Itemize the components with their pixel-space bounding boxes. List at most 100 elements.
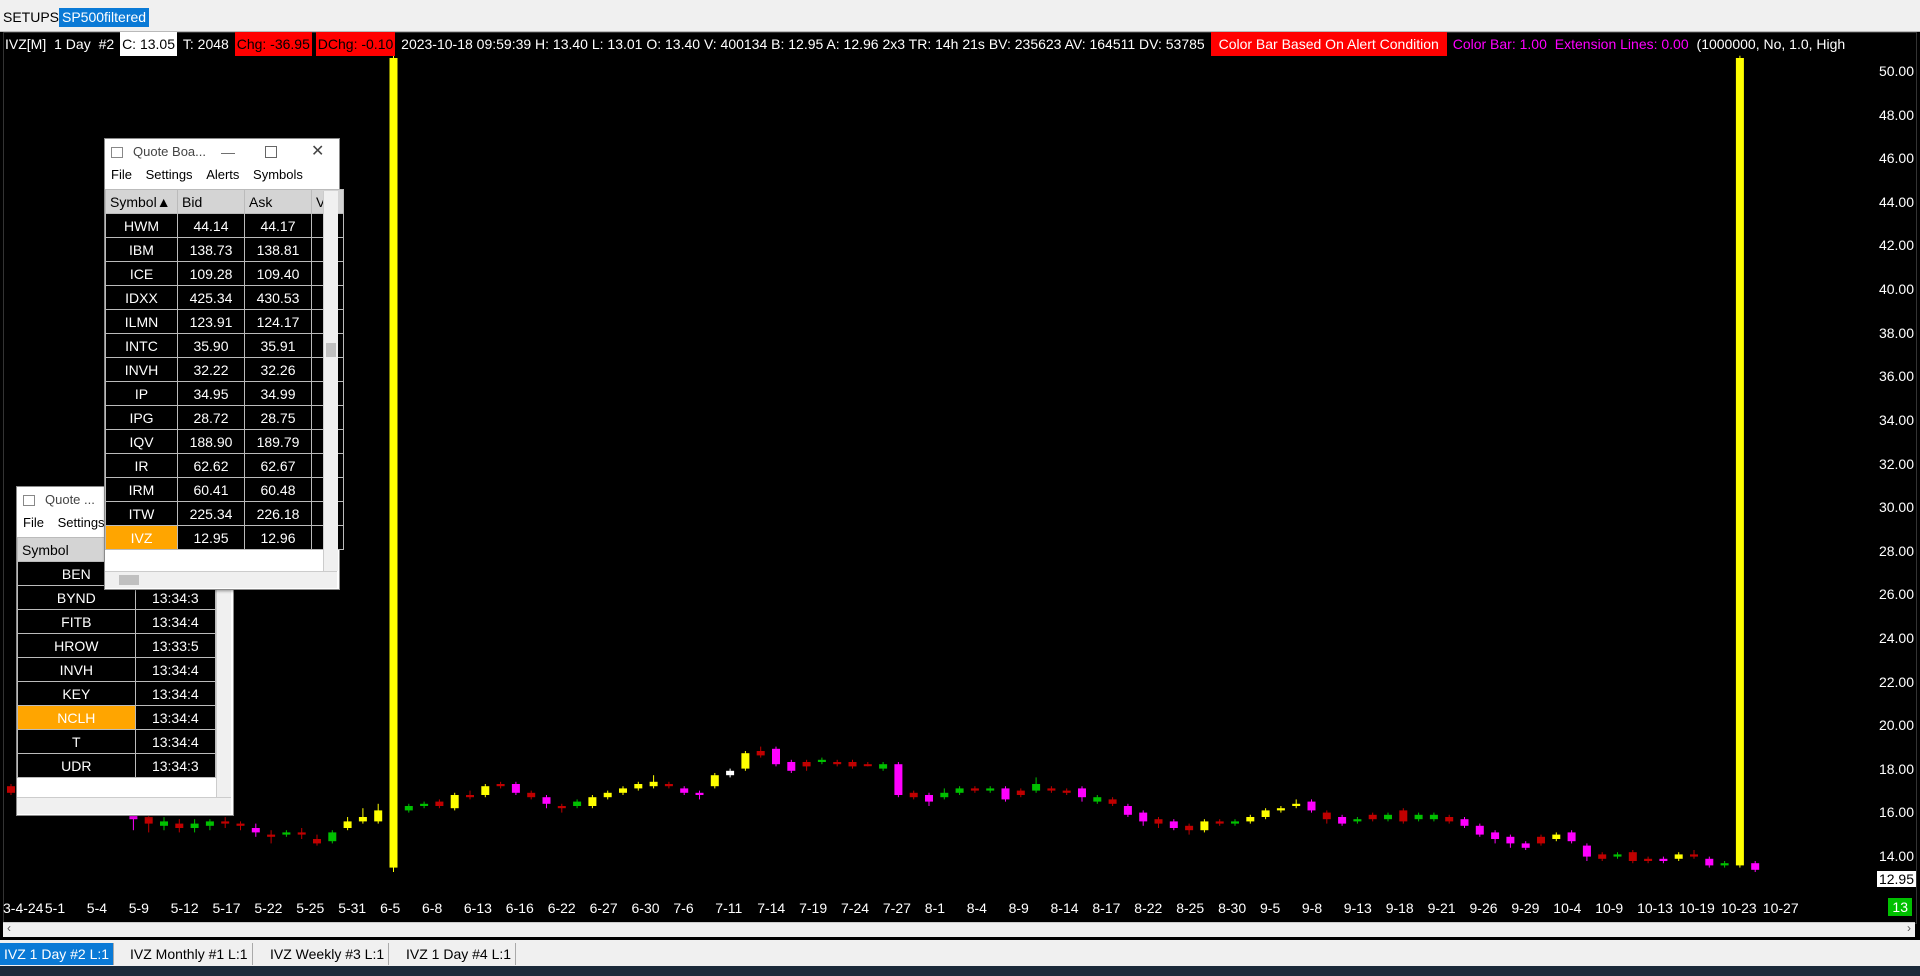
- date-tick-label: 9-21: [1427, 900, 1456, 916]
- column-header-symbol[interactable]: Symbol▲: [105, 189, 178, 214]
- candle-body: [1231, 821, 1239, 824]
- price-tick-label: 14.00: [1878, 848, 1914, 864]
- column-header-ask[interactable]: Ask: [244, 189, 312, 214]
- date-tick-label: 6-27: [589, 900, 618, 916]
- price-tick-label: 28.00: [1878, 542, 1914, 559]
- cell-symbol: ILMN: [105, 309, 178, 334]
- cell-bid: 62.62: [177, 453, 245, 478]
- candle-body: [542, 797, 551, 804]
- price-axis[interactable]: 50.00 48.00 46.00 44.00 42.00 40.00 38.00 36.00…: [1878, 32, 1920, 892]
- candle-body: [1338, 817, 1347, 824]
- candle-body: [1537, 836, 1545, 844]
- quote-board-vscroll-thumb[interactable]: [326, 343, 336, 357]
- candle-body: [1276, 808, 1285, 811]
- date-tick-label: 8-14: [1050, 900, 1079, 916]
- menu-symbols[interactable]: Symbols: [253, 167, 303, 182]
- candle: [695, 790, 704, 800]
- column-header-bid[interactable]: Bid: [177, 189, 245, 214]
- cell-symbol: IRM: [105, 477, 178, 502]
- cell-ask: 32.26: [244, 357, 312, 382]
- quote-board-hscroll[interactable]: [105, 571, 337, 588]
- chart-tab-3[interactable]: IVZ Weekly #3 L:1: [266, 943, 390, 965]
- table-row[interactable]: IP 34.95 34.99: [105, 381, 344, 406]
- quote-board-vscroll[interactable]: [323, 191, 338, 571]
- table-row[interactable]: NCLH 13:34:4: [17, 705, 217, 730]
- table-row[interactable]: ICE 109.28 109.40: [105, 261, 344, 286]
- table-row[interactable]: IQV 188.90 189.79: [105, 429, 344, 454]
- table-row[interactable]: IPG 28.72 28.75: [105, 405, 344, 430]
- date-tick-label: 3-4-24: [3, 900, 44, 916]
- scroll-left-icon[interactable]: ‹: [7, 921, 11, 935]
- candle: [710, 773, 719, 789]
- candle: [1399, 808, 1408, 824]
- candle-body: [404, 806, 413, 811]
- table-row[interactable]: INTC 35.90 35.91: [105, 333, 344, 358]
- maximize-icon[interactable]: [265, 146, 277, 158]
- chart-tab-1[interactable]: IVZ 1 Day #2 L:1: [0, 943, 115, 965]
- candle: [1368, 812, 1377, 822]
- candle: [1475, 823, 1484, 837]
- candle-body: [1169, 821, 1178, 828]
- candle-body: [374, 810, 383, 822]
- table-row[interactable]: ITW 225.34 226.18: [105, 501, 344, 526]
- candle-body: [986, 788, 995, 791]
- quote-board-hscroll-thumb[interactable]: [119, 575, 139, 585]
- date-tick-label: 6-22: [547, 900, 576, 916]
- table-row[interactable]: IRM 60.41 60.48: [105, 477, 344, 502]
- table-row[interactable]: INVH 13:34:4: [17, 657, 217, 682]
- candle-body: [175, 823, 184, 828]
- quote-board-menu: File Settings Alerts Symbols: [105, 165, 339, 185]
- menu-alerts[interactable]: Alerts: [206, 167, 239, 182]
- indicator-params-label: (1000000, No, 1.0, High: [1696, 36, 1846, 52]
- menu-file[interactable]: File: [23, 515, 44, 530]
- table-row[interactable]: ILMN 123.91 124.17: [105, 309, 344, 334]
- candle-body: [1582, 845, 1591, 857]
- cell-ask: 430.53: [244, 285, 312, 310]
- chart-tab-2[interactable]: IVZ Monthly #1 L:1: [126, 943, 253, 965]
- cell-time: 13:34:4: [134, 681, 217, 706]
- price-tick-label: 50.00: [1878, 63, 1914, 79]
- candle: [496, 781, 505, 789]
- candle-body: [1567, 832, 1576, 842]
- table-row[interactable]: IR 62.62 62.67: [105, 453, 344, 478]
- table-row[interactable]: HWM 44.14 44.17: [105, 213, 344, 238]
- candle: [297, 828, 306, 839]
- candle: [1384, 812, 1392, 822]
- quote-window-small-hscroll[interactable]: [17, 797, 231, 814]
- table-row[interactable]: IVZ 12.95 12.96: [105, 525, 344, 550]
- candle-body: [741, 753, 750, 769]
- chart-tab-4[interactable]: IVZ 1 Day #4 L:1: [402, 943, 517, 965]
- candle-body: [282, 832, 291, 835]
- table-row[interactable]: KEY 13:34:4: [17, 681, 217, 706]
- menu-file[interactable]: File: [111, 167, 132, 182]
- quote-board-titlebar[interactable]: Quote Boa... — ✕: [105, 139, 339, 165]
- date-tick-label: 8-17: [1092, 900, 1121, 916]
- candle: [542, 795, 551, 809]
- cell-symbol: INVH: [17, 657, 136, 682]
- minimize-icon[interactable]: —: [221, 139, 235, 165]
- candle: [1169, 819, 1178, 831]
- tab-setups[interactable]: SETUPS: [0, 8, 62, 27]
- menu-settings[interactable]: Settings: [146, 167, 193, 182]
- close-icon[interactable]: ✕: [311, 139, 324, 165]
- table-row[interactable]: IBM 138.73 138.81: [105, 237, 344, 262]
- chart-horizontal-scrollbar[interactable]: ‹ ›: [3, 921, 1915, 937]
- candle: [1078, 786, 1086, 802]
- tab-sp500filtered[interactable]: SP500filtered: [59, 8, 150, 27]
- table-row[interactable]: IDXX 425.34 430.53: [105, 285, 344, 310]
- price-tick-label: 24.00: [1878, 629, 1914, 646]
- table-row[interactable]: INVH 32.22 32.26: [105, 357, 344, 382]
- candle: [848, 759, 857, 769]
- table-row[interactable]: FITB 13:34:4: [17, 609, 217, 634]
- table-row[interactable]: UDR 13:34:3: [17, 753, 217, 778]
- candle-body: [267, 834, 276, 837]
- candle: [175, 819, 184, 833]
- cell-bid: 138.73: [177, 237, 245, 262]
- table-row[interactable]: HROW 13:33:5: [17, 633, 217, 658]
- table-row[interactable]: T 13:34:4: [17, 729, 217, 754]
- candle: [1292, 799, 1301, 809]
- scroll-right-icon[interactable]: ›: [1907, 921, 1911, 935]
- quote-board-window[interactable]: Quote Boa... — ✕ File Settings Alerts Sy…: [104, 138, 344, 590]
- menu-settings[interactable]: Settings: [58, 515, 105, 530]
- date-axis[interactable]: 13 3-4-24 5-1 5-4 5-9 5-12 5-17 5-22 5-25 5-31 6-…: [3, 898, 1915, 920]
